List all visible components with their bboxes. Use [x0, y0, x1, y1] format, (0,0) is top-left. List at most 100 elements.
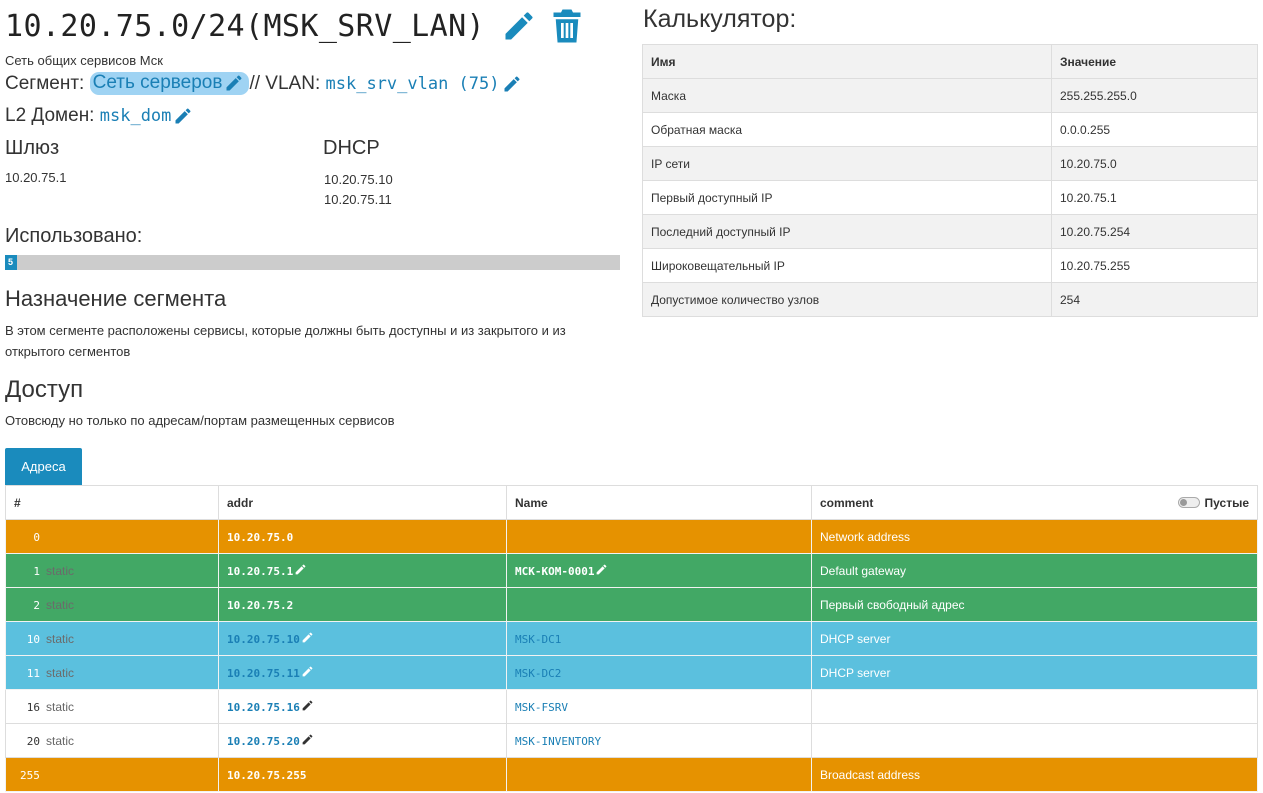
access-heading: Доступ	[5, 376, 84, 403]
calc-row: IP сети 10.20.75.0	[642, 146, 1258, 181]
row-number: 1	[33, 564, 40, 578]
pencil-icon[interactable]	[224, 73, 244, 93]
usage-progress-fill: 5	[5, 255, 18, 270]
cell-comment	[811, 723, 1258, 758]
pencil-icon[interactable]	[301, 699, 314, 712]
edit-subnet-button[interactable]	[501, 8, 537, 44]
calc-value: 255.255.255.0	[1051, 78, 1258, 113]
calc-row: Допустимое количество узлов 254	[642, 282, 1258, 317]
pencil-icon[interactable]	[301, 631, 314, 644]
calc-name: Последний доступный IP	[642, 214, 1052, 249]
address-row[interactable]: 1 static 10.20.75.1 MCK-KOM-0001 Default gat…	[5, 553, 1258, 588]
row-type: static	[46, 699, 75, 714]
cell-name: MSK-DC2	[506, 655, 812, 690]
pencil-icon[interactable]	[294, 563, 307, 576]
row-number: 0	[33, 530, 40, 544]
calc-value: 0.0.0.255	[1051, 112, 1258, 147]
subnet-header: 10.20.75.0/24(MSK_SRV_LAN)	[5, 4, 583, 48]
address-link: 10.20.75.0	[227, 530, 294, 544]
calculator-heading: Калькулятор:	[643, 5, 797, 33]
host-name-link[interactable]: MCK-KOM-0001	[515, 565, 594, 578]
cell-name: MCK-KOM-0001	[506, 553, 812, 588]
row-type: static	[46, 733, 75, 748]
segment-link[interactable]: Сеть серверов	[89, 72, 250, 95]
gateway-value: 10.20.75.1	[5, 170, 67, 185]
row-comment: DHCP server	[820, 631, 891, 646]
host-name-link[interactable]: MSK-INVENTORY	[515, 735, 601, 748]
cell-num: 255	[5, 757, 219, 792]
address-row[interactable]: 16 static 10.20.75.16 MSK-FSRV	[5, 689, 1258, 724]
purpose-heading: Назначение сегмента	[5, 286, 227, 311]
calc-row: Обратная маска 0.0.0.255	[642, 112, 1258, 147]
cell-num: 11 static	[5, 655, 219, 690]
address-link[interactable]: 10.20.75.11	[227, 667, 300, 680]
pencil-icon[interactable]	[595, 563, 608, 576]
row-type: static	[46, 631, 75, 646]
toggle-switch[interactable]	[1177, 497, 1200, 508]
address-link: 10.20.75.2	[227, 598, 294, 612]
purpose-text: В этом сегменте расположены сервисы, кот…	[5, 323, 566, 359]
cell-name	[506, 519, 812, 554]
address-row[interactable]: 255 10.20.75.255 Broadcast address	[5, 757, 1258, 792]
calc-header-value: Значение	[1051, 44, 1258, 79]
cell-num: 2 static	[5, 587, 219, 622]
calc-header-name: Имя	[642, 44, 1052, 79]
calc-name: Широковещательный IP	[642, 248, 1052, 283]
cell-name: MSK-INVENTORY	[506, 723, 812, 758]
calc-row: Широковещательный IP 10.20.75.255	[642, 248, 1258, 283]
dhcp-value: 10.20.75.11	[324, 192, 392, 207]
col-header-comment: comment Пустые	[811, 485, 1258, 520]
tab-addresses[interactable]: Адреса	[5, 448, 82, 485]
address-row[interactable]: 11 static 10.20.75.11 MSK-DC2 DHCP server	[5, 655, 1258, 690]
address-link[interactable]: 10.20.75.20	[227, 735, 300, 748]
col-header-addr: addr	[218, 485, 507, 520]
row-comment: Broadcast address	[820, 767, 921, 782]
pencil-icon[interactable]	[502, 74, 522, 94]
calc-name: Обратная маска	[642, 112, 1052, 147]
show-empty-toggle[interactable]: Пустые	[1177, 495, 1249, 510]
cell-name: MSK-DC1	[506, 621, 812, 656]
host-name-link[interactable]: MSK-FSRV	[515, 701, 568, 714]
vlan-link[interactable]: msk_srv_vlan (75)	[326, 74, 500, 94]
row-type: static	[46, 563, 75, 578]
address-row[interactable]: 10 static 10.20.75.10 MSK-DC1 DHCP server	[5, 621, 1258, 656]
cell-addr: 10.20.75.1	[218, 553, 507, 588]
l2-label: L2 Домен:	[5, 105, 95, 126]
used-heading: Использовано:	[5, 225, 143, 247]
toggle-label: Пустые	[1204, 495, 1249, 510]
segment-label: Сегмент:	[5, 72, 85, 94]
address-link[interactable]: 10.20.75.10	[227, 633, 300, 646]
address-link[interactable]: 10.20.75.16	[227, 701, 300, 714]
pencil-icon[interactable]	[173, 106, 193, 126]
gateway-heading: Шлюз	[5, 137, 60, 159]
segment-value: Сеть серверов	[92, 72, 223, 93]
host-name-link[interactable]: MSK-DC2	[515, 667, 561, 680]
cell-comment: Первый свободный адрес	[811, 587, 1258, 622]
cell-comment	[811, 689, 1258, 724]
trash-icon	[551, 8, 583, 44]
row-number: 255	[20, 768, 40, 782]
calc-name: Первый доступный IP	[642, 180, 1052, 215]
vlan-label: // VLAN:	[249, 72, 321, 94]
address-row[interactable]: 2 static 10.20.75.2 Первый свободный адрес	[5, 587, 1258, 622]
row-number: 16	[26, 700, 40, 714]
delete-subnet-button[interactable]	[551, 8, 583, 44]
pencil-icon[interactable]	[301, 733, 314, 746]
cell-num: 20 static	[5, 723, 219, 758]
usage-progress-bar: 5	[5, 255, 620, 270]
row-number: 2	[33, 598, 40, 612]
dhcp-value: 10.20.75.10	[324, 172, 393, 187]
l2-domain-line: L2 Домен: msk_dom	[5, 105, 193, 127]
col-header-name: Name	[506, 485, 812, 520]
access-text: Отовсюду но только по адресам/портам раз…	[5, 413, 395, 428]
address-row[interactable]: 0 10.20.75.0 Network address	[5, 519, 1258, 554]
host-name-link[interactable]: MSK-DC1	[515, 633, 561, 646]
address-row[interactable]: 20 static 10.20.75.20 MSK-INVENTORY	[5, 723, 1258, 758]
pencil-icon[interactable]	[301, 665, 314, 678]
row-number: 10	[26, 632, 40, 646]
calc-name: Маска	[642, 78, 1052, 113]
row-comment: Network address	[820, 529, 911, 544]
calc-value: 10.20.75.0	[1051, 146, 1258, 181]
l2-link[interactable]: msk_dom	[100, 106, 172, 126]
addresses-table: # addr Name comment Пустые 0 10.20.75.0 Ne…	[5, 485, 1258, 792]
